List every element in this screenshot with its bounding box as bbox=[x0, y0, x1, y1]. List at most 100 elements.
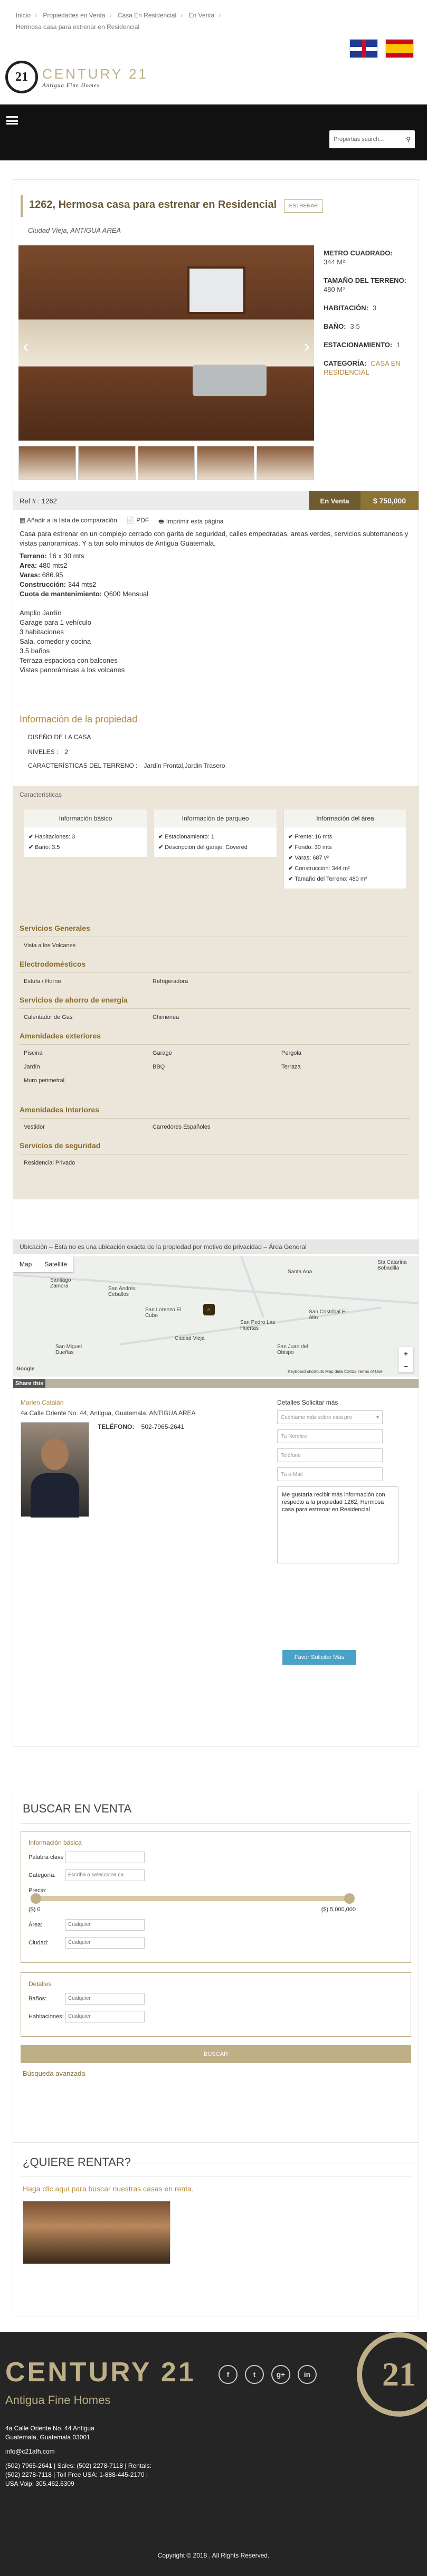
listing-price: $ 750,000 bbox=[360, 491, 419, 510]
print-button[interactable]: 🖶 Imprimir esta página bbox=[158, 517, 223, 528]
basic-filters: Información básica Palabra clave Categor… bbox=[21, 1831, 411, 1963]
linkedin-icon[interactable]: in bbox=[298, 2365, 317, 2384]
map-place: San Andrés Ceballos bbox=[108, 1286, 136, 1297]
amenity-item: Vestidor bbox=[24, 1124, 45, 1130]
amenity-item: Chimenea bbox=[153, 1014, 179, 1020]
map-tab[interactable]: Map bbox=[13, 1256, 38, 1272]
copyright: Copyright © 2018 . All Rights Reserved. bbox=[157, 2552, 270, 2559]
search-input[interactable]: Propertias search... ⚲ bbox=[329, 130, 415, 148]
pdf-button[interactable]: 📄 PDF bbox=[127, 517, 149, 528]
breadcrumb: Inicio › Propiedades en Venta › Casa En Re… bbox=[16, 9, 225, 33]
menu-icon[interactable] bbox=[6, 116, 18, 125]
thumbnail[interactable] bbox=[197, 446, 255, 480]
city-select[interactable]: Cualquier bbox=[65, 1937, 145, 1949]
breadcrumb-status[interactable]: En Venta bbox=[189, 12, 215, 19]
site-logo[interactable]: 21 CENTURY 21 Antigua Fine Homes bbox=[5, 61, 148, 93]
footer-phones: (502) 7965-2641 | Sales: (502) 2278-7118… bbox=[5, 2462, 151, 2469]
main-photo[interactable]: ‹ › bbox=[18, 245, 314, 441]
reference-number: Ref # : 1262 bbox=[20, 497, 57, 505]
phone-field[interactable]: Teléfono bbox=[277, 1448, 383, 1462]
google-plus-icon[interactable]: g+ bbox=[271, 2365, 290, 2384]
facebook-icon[interactable]: f bbox=[219, 2365, 238, 2384]
box-item: Descripción del garaje: Covered bbox=[158, 842, 272, 853]
characteristics-section: Características Información básico Habit… bbox=[13, 786, 419, 1199]
box-title: Información de parqueo bbox=[154, 809, 277, 827]
detail-filters: Detalles Baños: Cualquier Habitaciones: Cu… bbox=[21, 1972, 411, 2037]
rent-image[interactable] bbox=[23, 2201, 170, 2264]
footer-city: Guatemala, Guatemala 03001 bbox=[5, 2434, 90, 2441]
rooms-select[interactable]: Cualquier bbox=[65, 2011, 145, 2022]
email-field[interactable]: Tu e-Mail bbox=[277, 1467, 383, 1481]
search-icon[interactable]: ⚲ bbox=[406, 136, 411, 143]
map-attribution[interactable]: Keyboard shortcuts Map data ©2022 Terms … bbox=[288, 1369, 383, 1374]
english-flag-icon[interactable] bbox=[349, 39, 378, 58]
desc-key: Terreno: bbox=[20, 552, 47, 560]
agent-name[interactable]: Marlen Catalán bbox=[21, 1399, 63, 1406]
rent-link[interactable]: Haga clic aquí para buscar nuestras casa… bbox=[23, 2184, 409, 2193]
message-field[interactable]: Me gustaría recibir más información con … bbox=[277, 1486, 398, 1563]
box-item: Fondo: 30 mts bbox=[288, 842, 402, 853]
prev-arrow-icon[interactable]: ‹ bbox=[23, 335, 29, 357]
info-key: NIVELES : bbox=[28, 748, 59, 756]
select-value: Cuéntame más sobre esta pro bbox=[281, 1414, 352, 1420]
map-zoom-control: + − bbox=[398, 1347, 413, 1372]
footer-email[interactable]: info@c21afh.com bbox=[5, 2447, 151, 2456]
spec-value: 344 M² bbox=[324, 258, 345, 266]
info-key: DISEÑO DE LA CASA bbox=[28, 733, 91, 741]
box-title: Información básico bbox=[24, 809, 147, 827]
price-slider[interactable] bbox=[31, 1893, 355, 1904]
map-place: San Pedro Las Huertas bbox=[240, 1320, 276, 1331]
subject-select[interactable]: Cuéntame más sobre esta pro ▾ bbox=[277, 1410, 383, 1424]
zoom-out-icon[interactable]: − bbox=[404, 1362, 408, 1370]
compare-button[interactable]: ▦ Añadir a la lista de comparación bbox=[20, 517, 117, 528]
category-input[interactable]: Escriba o seleccione ca bbox=[65, 1869, 145, 1881]
area-select[interactable]: Cualquier bbox=[65, 1919, 145, 1931]
amenity-category: Amenidades Interiores Vestidor Carredore… bbox=[20, 1105, 410, 1130]
desc-key: Cuota de mantenimiento: bbox=[20, 590, 102, 598]
thumbnail[interactable] bbox=[18, 446, 76, 480]
amenity-category: Servicios de ahorro de energía Calentado… bbox=[20, 996, 410, 1020]
amenity-item: Refrigeradora bbox=[153, 978, 188, 985]
location-map[interactable]: Map Satellite Santiago Zamora San Andrés… bbox=[13, 1256, 419, 1377]
amenity-category: Servicios Generales Vista a los Volcanes bbox=[20, 924, 410, 949]
desc-key: Area: bbox=[20, 561, 37, 569]
spec-value: 3 bbox=[372, 304, 377, 312]
map-marker-icon[interactable]: ⌂ bbox=[203, 1304, 215, 1315]
desc-list-item: Amplio Jardín bbox=[20, 609, 62, 617]
amenity-item: Muro perimetral bbox=[24, 1077, 65, 1084]
keyword-input[interactable] bbox=[65, 1852, 145, 1863]
baths-select[interactable]: Cualquier bbox=[65, 1993, 145, 2005]
name-field[interactable]: Tu Nombre bbox=[277, 1429, 383, 1443]
breadcrumb-category[interactable]: Casa En Residencial bbox=[118, 12, 176, 19]
footer-phones-2: (502) 2278-7118 | Toll Free USA: 1-888-4… bbox=[5, 2471, 148, 2478]
map-place: San Juan del Obispo bbox=[277, 1344, 308, 1356]
logo-tagline: Antigua Fine Homes bbox=[42, 82, 100, 89]
agent-address: 4a Calle Oriente No. 44, Antigua, Guatem… bbox=[21, 1409, 196, 1417]
amenity-item: Jardín bbox=[24, 1064, 40, 1070]
breadcrumb-venta[interactable]: Propiedades en Venta bbox=[43, 12, 105, 19]
spanish-flag-icon[interactable] bbox=[385, 39, 414, 58]
thumbnail[interactable] bbox=[78, 446, 136, 480]
desc-value: 16 x 30 mts bbox=[46, 552, 84, 560]
listing-title-bar: 1262, Hermosa casa para estrenar en Resi… bbox=[21, 195, 406, 217]
category-label: Categoría: bbox=[29, 1872, 56, 1878]
sale-status: En Venta bbox=[309, 491, 360, 510]
zoom-in-icon[interactable]: + bbox=[404, 1350, 408, 1358]
next-arrow-icon[interactable]: › bbox=[303, 335, 310, 357]
category-title: Servicios de ahorro de energía bbox=[20, 996, 128, 1004]
breadcrumb-home[interactable]: Inicio bbox=[16, 12, 31, 19]
price-label: Precio: bbox=[29, 1887, 47, 1894]
request-more-button[interactable]: Favor Solicitar Más bbox=[282, 1650, 356, 1665]
agent-section: Marlen Catalán 4a Calle Oriente No. 44, … bbox=[13, 1394, 419, 1668]
property-info-row: DISEÑO DE LA CASA bbox=[28, 732, 91, 742]
share-button[interactable]: Share this bbox=[13, 1379, 46, 1388]
satellite-tab[interactable]: Satellite bbox=[38, 1256, 73, 1272]
search-button[interactable]: BUSCAR bbox=[21, 2045, 411, 2063]
amenity-category: Electrodomésticos Estufa / Horno Refrige… bbox=[20, 960, 410, 985]
box-title: Información del área bbox=[284, 809, 406, 827]
advanced-search-link[interactable]: Búsqueda avanzada bbox=[23, 2069, 409, 2077]
twitter-icon[interactable]: t bbox=[245, 2365, 264, 2384]
map-place: Santa Ana bbox=[288, 1269, 312, 1275]
thumbnail[interactable] bbox=[137, 446, 195, 480]
thumbnail[interactable] bbox=[257, 446, 314, 480]
